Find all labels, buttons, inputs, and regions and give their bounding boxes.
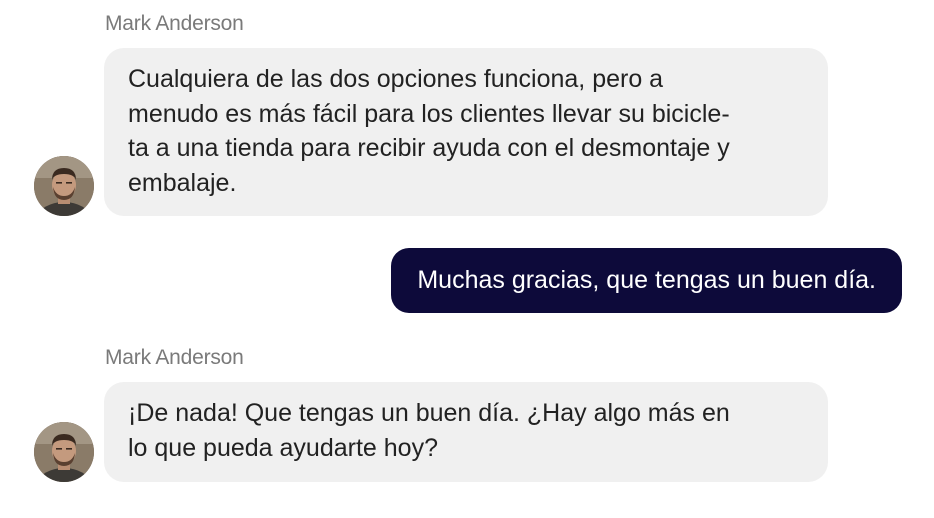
message-text: Cualquiera de las dos opciones funciona,…	[128, 62, 804, 200]
message-line: lo que pueda ayudarte hoy?	[128, 433, 438, 462]
message-line: ta a una tienda para recibir ayuda con e…	[128, 134, 730, 162]
message-line: embalaje.	[128, 168, 237, 197]
message-line: Cualquiera de las dos opciones funciona,…	[128, 65, 664, 93]
chat-transcript: Mark Anderson Cualquiera de las dos opci…	[0, 0, 934, 518]
outgoing-message-bubble: Muchas gracias, que tengas un buen día.	[391, 248, 902, 313]
sender-name: Mark Anderson	[105, 12, 244, 35]
message-text: ¡De nada! Que tengas un buen día. ¿Hay a…	[128, 396, 804, 465]
message-line: ¡De nada! Que tengas un buen día. ¿Hay a…	[128, 399, 730, 427]
avatar	[34, 156, 94, 216]
incoming-message-bubble: ¡De nada! Que tengas un buen día. ¿Hay a…	[104, 382, 828, 482]
incoming-message-bubble: Cualquiera de las dos opciones funciona,…	[104, 48, 828, 216]
sender-name: Mark Anderson	[105, 346, 244, 369]
avatar-image	[34, 422, 94, 482]
avatar-image	[34, 156, 94, 216]
avatar	[34, 422, 94, 482]
message-line: menudo es más fácil para los clientes ll…	[128, 99, 730, 128]
